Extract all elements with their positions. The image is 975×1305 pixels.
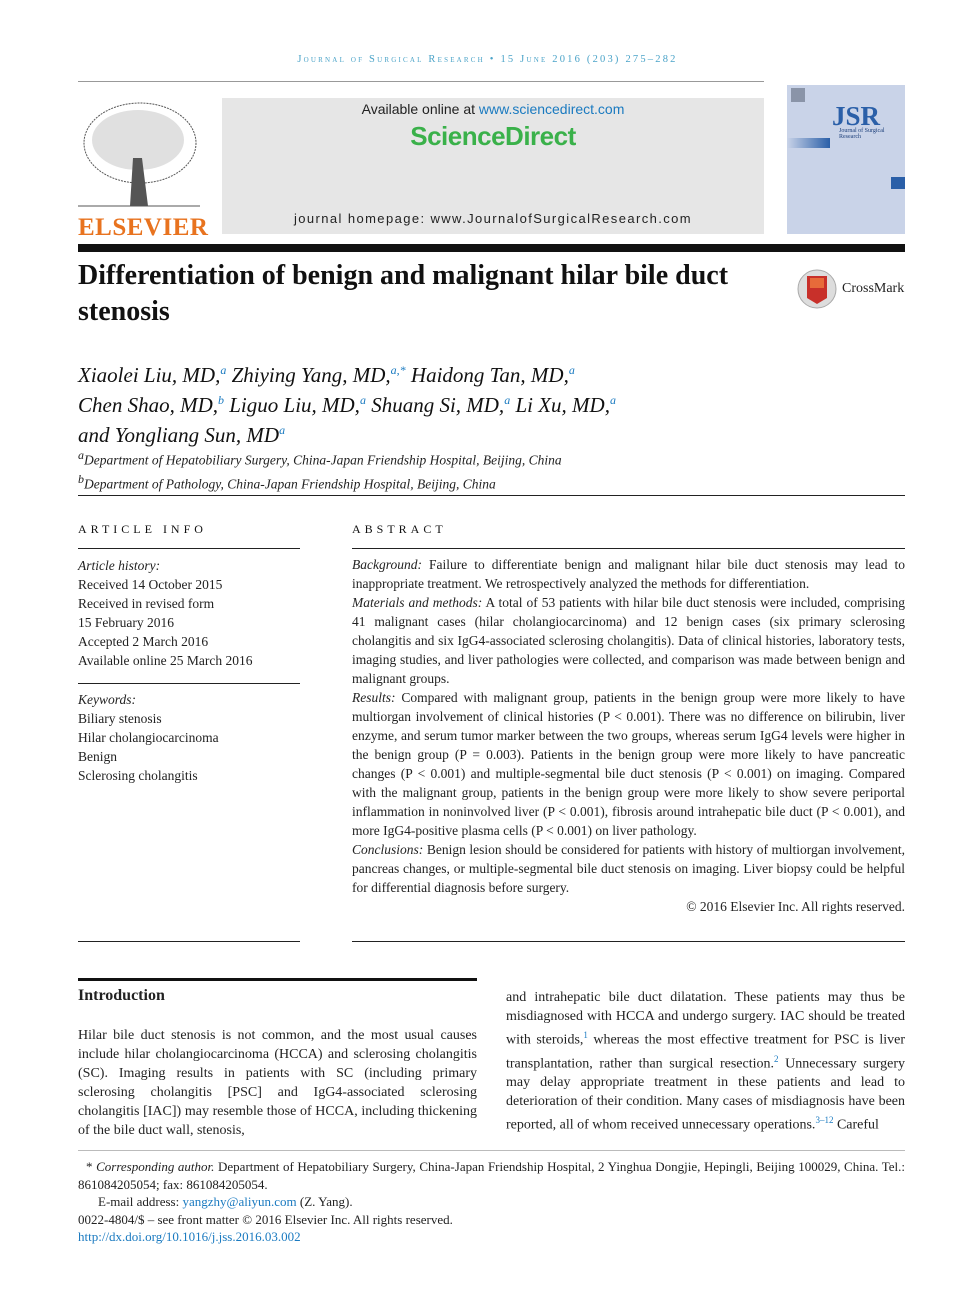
elsevier-logo: ELSEVIER [78,98,208,241]
author: Liguo Liu, MD,a [229,393,366,417]
introduction-right-column: and intrahepatic bile duct dilatation. T… [506,990,905,1133]
journal-banner: Available online at www.sciencedirect.co… [222,98,764,234]
author: Xiaolei Liu, MD,a [78,363,227,387]
introduction-left-column: Hilar bile duct stenosis is not common, … [78,1028,477,1138]
divider [352,548,905,549]
divider [78,683,300,684]
cover-subtitle: Journal of Surgical Research [839,128,885,140]
author: and Yongliang Sun, MDa [78,423,286,447]
section-rule [78,978,477,981]
footnotes: * Corresponding author. Department of He… [78,1158,905,1246]
sciencedirect-link[interactable]: www.sciencedirect.com [479,101,625,117]
issn-line: 0022-4804/$ – see front matter © 2016 El… [78,1211,453,1227]
abstract-copyright: © 2016 Elsevier Inc. All rights reserved… [686,899,905,914]
article-history: Article history: Received 14 October 201… [78,558,253,668]
abstract-methods: Materials and methods: A total of 53 pat… [352,595,905,686]
abstract-body: Background: Failure to differentiate ben… [352,555,905,916]
author: Haidong Tan, MD,a [410,363,575,387]
divider [78,941,300,942]
author: Chen Shao, MD,b [78,393,224,417]
abstract-conclusions: Conclusions: Benign lesion should be con… [352,842,905,895]
email-line: E-mail address: yangzhy@aliyun.com (Z. Y… [98,1194,353,1209]
affiliation: bDepartment of Pathology, China-Japan Fr… [78,471,496,492]
author: Shuang Si, MD,a [371,393,511,417]
author: Li Xu, MD,a [515,393,616,417]
author: Zhiying Yang, MD,a,* [231,363,406,387]
author-list: Xiaolei Liu, MD,a Zhiying Yang, MD,a,* H… [78,358,778,448]
email-link[interactable]: yangzhy@aliyun.com [182,1194,296,1209]
citation-link[interactable]: 3–12 [815,1115,833,1125]
abstract-background: Background: Failure to differentiate ben… [352,557,905,591]
sciencedirect-logo: ScienceDirect [410,121,576,151]
affiliation: aDepartment of Hepatobiliary Surgery, Ch… [78,448,562,468]
divider [78,81,764,82]
journal-cover: JSR Journal of Surgical Research [787,85,905,234]
cover-stripe [891,177,905,189]
running-header: Journal of Surgical Research • 15 June 2… [297,54,678,65]
article-page: Journal of Surgical Research • 15 June 2… [0,0,975,1305]
doi-link[interactable]: http://dx.doi.org/10.1016/j.jss.2016.03.… [78,1229,301,1244]
tree-icon [78,102,200,207]
article-title: Differentiation of benign and malignant … [78,260,729,327]
divider [78,495,905,496]
abstract-heading: ABSTRACT [352,522,447,536]
crossmark-label: CrossMark [842,281,905,296]
abstract-results: Results: Compared with malignant group, … [352,690,905,838]
article-info-heading: ARTICLE INFO [78,522,207,536]
keywords: Keywords: Biliary stenosis Hilar cholang… [78,692,219,783]
available-text: Available online at [361,101,479,117]
affiliations: aDepartment of Hepatobiliary Surgery, Ch… [78,446,778,493]
divider [78,548,300,549]
divider [352,941,905,942]
header-rule [78,244,905,252]
corresponding-author: * Corresponding author. Department of He… [78,1159,905,1192]
crossmark-icon [797,269,837,309]
footnote-rule [78,1150,905,1151]
journal-homepage[interactable]: journal homepage: www.JournalofSurgicalR… [222,211,764,226]
cover-stripe [787,138,830,148]
publisher-icon [791,88,805,102]
elsevier-wordmark: ELSEVIER [78,214,209,241]
crossmark-button[interactable]: CrossMark [796,267,908,311]
introduction-heading: Introduction [78,987,165,1004]
